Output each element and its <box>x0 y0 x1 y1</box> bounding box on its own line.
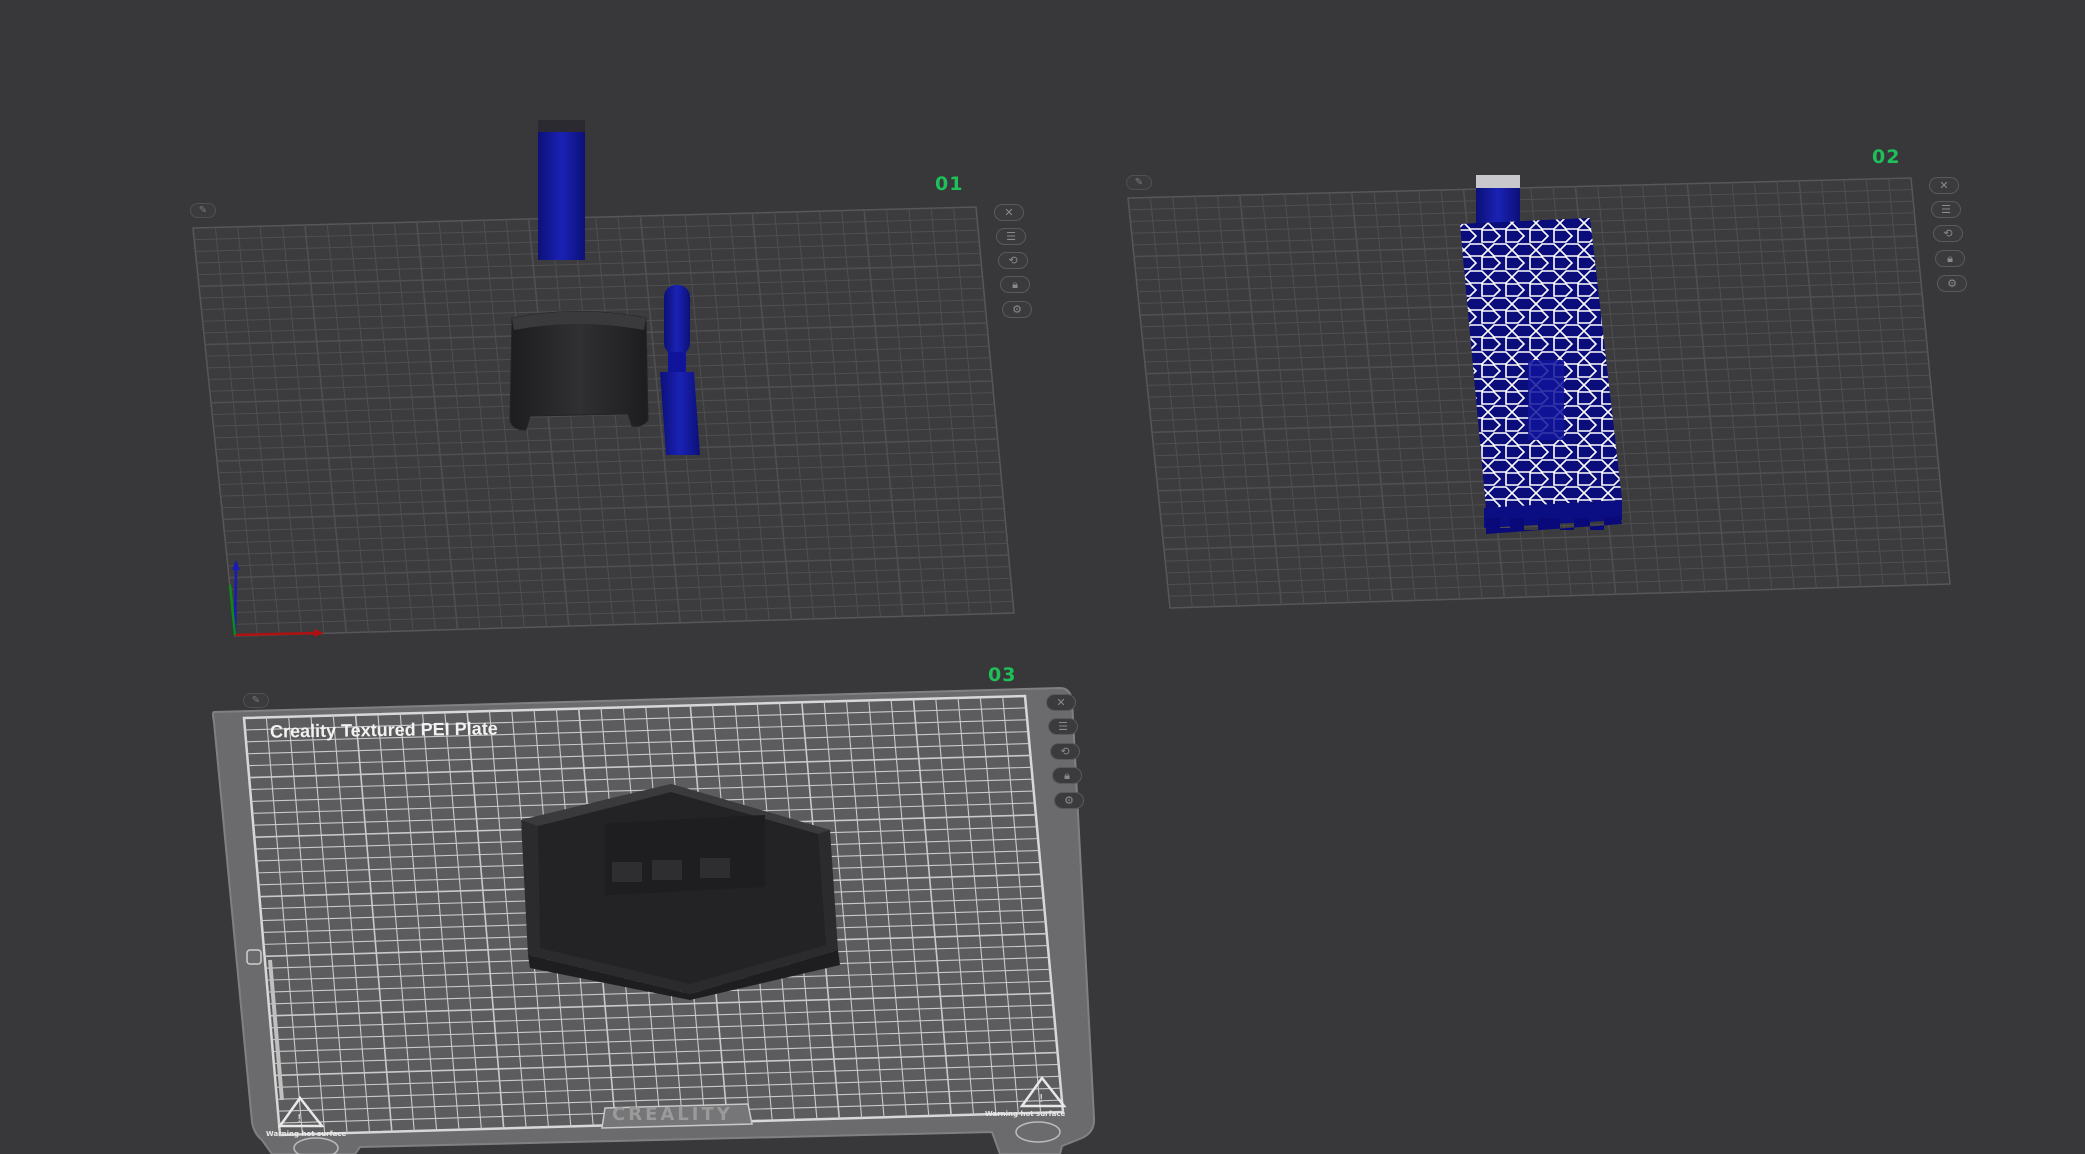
plate-3-label[interactable]: 03 <box>988 664 1016 686</box>
plate-1-lock-button[interactable]: 🔒︎ <box>1000 276 1030 293</box>
bed-title: Creality Textured PEI Plate <box>269 718 498 742</box>
pencil-icon: ✎ <box>198 205 208 216</box>
plate-1-grid[interactable] <box>192 206 1015 637</box>
plate-3-arrange-button[interactable]: ☰ <box>1048 718 1078 735</box>
plate-3-close-button[interactable]: ✕ <box>1046 694 1076 711</box>
close-icon: ✕ <box>1004 206 1014 219</box>
bed-brand-logo: CREALITY <box>612 1104 733 1125</box>
orient-icon: ⟲ <box>1008 254 1018 267</box>
lock-icon: 🔒︎ <box>1012 277 1018 291</box>
plate-1-label[interactable]: 01 <box>935 173 963 195</box>
plate-2-settings-button[interactable]: ⚙ <box>1937 275 1967 292</box>
orient-icon: ⟲ <box>1943 227 1953 240</box>
plate-3-edit-name-button[interactable]: ✎ <box>243 693 269 708</box>
arrange-icon: ☰ <box>1058 720 1068 733</box>
plate-3-settings-button[interactable]: ⚙ <box>1054 792 1084 809</box>
settings-icon: ⚙ <box>1064 794 1074 807</box>
plate-1-orient-button[interactable]: ⟲ <box>998 252 1028 269</box>
arrange-icon: ☰ <box>1006 230 1016 243</box>
lock-icon: 🔒︎ <box>1947 251 1953 265</box>
orient-icon: ⟲ <box>1060 745 1070 758</box>
plate-2-label[interactable]: 02 <box>1872 146 1900 168</box>
settings-icon: ⚙ <box>1012 303 1022 316</box>
close-icon: ✕ <box>1939 179 1949 192</box>
plate-1-arrange-button[interactable]: ☰ <box>996 228 1026 245</box>
plate-3-orient-button[interactable]: ⟲ <box>1050 743 1080 760</box>
dark-clip-model[interactable] <box>509 311 649 431</box>
plate-1-settings-button[interactable]: ⚙ <box>1002 301 1032 318</box>
plate-2-edit-name-button[interactable]: ✎ <box>1126 175 1152 190</box>
bed-warning-left: Warning hot surface <box>266 1130 347 1138</box>
plate-3-bed[interactable]: ! ! <box>212 686 1096 1154</box>
plate-2-lock-button[interactable]: 🔒︎ <box>1935 250 1965 267</box>
bed-warning-right: Warning hot surface <box>985 1110 1066 1118</box>
arrange-icon: ☰ <box>1941 203 1951 216</box>
lock-icon: 🔒︎ <box>1064 768 1070 782</box>
plate-2-arrange-button[interactable]: ☰ <box>1931 201 1961 218</box>
pencil-icon: ✎ <box>251 695 261 706</box>
settings-icon: ⚙ <box>1947 277 1957 290</box>
pencil-icon: ✎ <box>1134 177 1144 188</box>
blue-bar-model[interactable] <box>538 120 585 260</box>
plate-1-close-button[interactable]: ✕ <box>994 204 1024 221</box>
plate-2-close-button[interactable]: ✕ <box>1929 177 1959 194</box>
plate-3-lock-button[interactable]: 🔒︎ <box>1052 767 1082 784</box>
plate-1-edit-name-button[interactable]: ✎ <box>190 203 216 218</box>
3d-viewport[interactable]: ! ! <box>0 0 2085 1154</box>
plate-2-orient-button[interactable]: ⟲ <box>1933 225 1963 242</box>
close-icon: ✕ <box>1056 696 1066 709</box>
svg-text:!: ! <box>297 1112 301 1125</box>
svg-text:!: ! <box>1039 1092 1043 1105</box>
